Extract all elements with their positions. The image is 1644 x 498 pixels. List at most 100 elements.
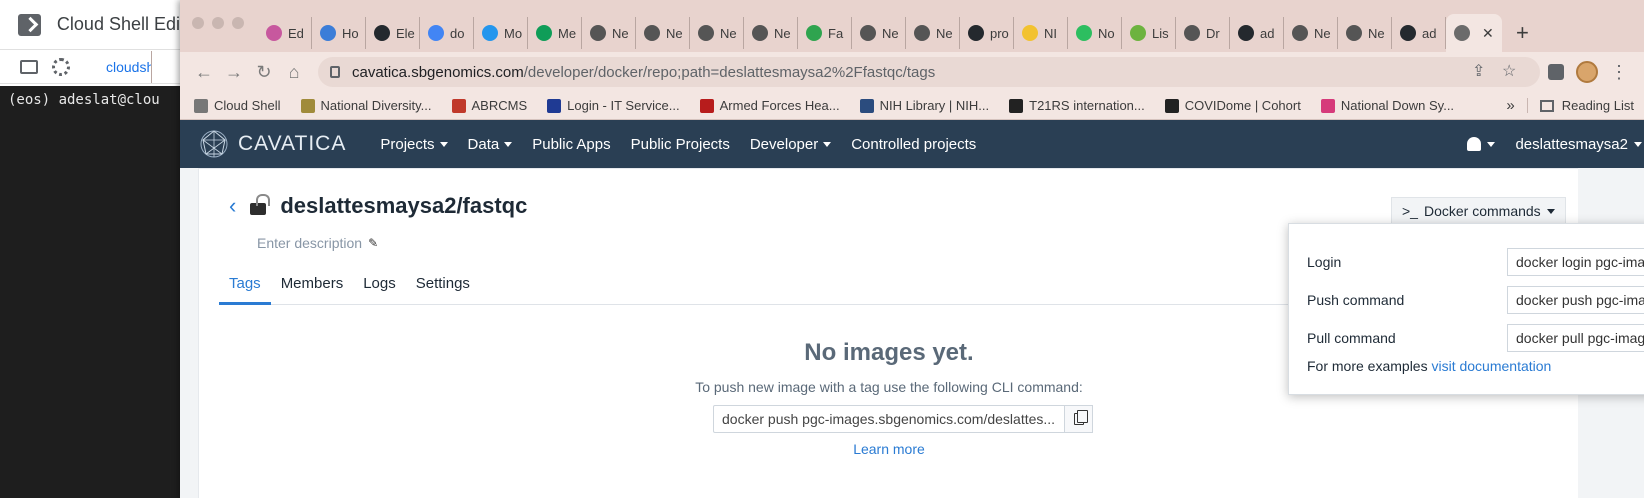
pencil-icon[interactable]: ✎ bbox=[368, 236, 378, 250]
chrome-icon bbox=[1292, 25, 1308, 41]
tab-label: No bbox=[1098, 25, 1115, 41]
bookmark-item[interactable]: T21RS internation... bbox=[1009, 98, 1145, 113]
keyboard-icon[interactable] bbox=[20, 59, 38, 74]
push-command-field[interactable]: docker push pgc-images.sbgenomics.com/de… bbox=[713, 405, 1065, 433]
browser-tab[interactable]: Ne bbox=[690, 17, 744, 49]
tab-label: ad bbox=[1260, 25, 1275, 41]
nav-item-public-projects[interactable]: Public Projects bbox=[631, 136, 730, 153]
browser-tab[interactable]: Ne bbox=[582, 17, 636, 49]
reload-icon[interactable]: ↻ bbox=[254, 62, 274, 82]
reading-list-button[interactable]: Reading List bbox=[1526, 98, 1634, 113]
terminal-prompt: (eos) adeslat@clou bbox=[8, 92, 160, 108]
cavatica-logo[interactable]: CAVATICA bbox=[198, 128, 346, 160]
bookmark-item[interactable]: NIH Library | NIH... bbox=[859, 98, 989, 113]
browser-tab[interactable]: Ne bbox=[744, 17, 798, 49]
evernote-icon bbox=[1076, 25, 1092, 41]
share-icon[interactable]: ⇪ bbox=[1472, 64, 1488, 80]
chevron-down-icon bbox=[1546, 208, 1555, 214]
docker-icon bbox=[482, 25, 498, 41]
command-field[interactable]: docker login pgc-images.sb... bbox=[1507, 248, 1644, 276]
nav-item-public-apps[interactable]: Public Apps bbox=[532, 136, 610, 153]
bookmark-item[interactable]: Login - IT Service... bbox=[547, 98, 680, 113]
tab-label: Ne bbox=[612, 25, 629, 41]
tab-label: Me bbox=[558, 25, 577, 41]
profile-avatar[interactable] bbox=[1576, 61, 1598, 83]
bookmark-item[interactable]: National Diversity... bbox=[300, 98, 432, 113]
browser-tab[interactable]: Ele bbox=[366, 17, 420, 49]
browser-tab[interactable]: NI bbox=[1014, 17, 1068, 49]
bookmark-item[interactable]: Cloud Shell bbox=[194, 98, 281, 113]
visit-documentation-link[interactable]: visit documentation bbox=[1431, 358, 1551, 374]
lock-icon[interactable] bbox=[330, 66, 340, 78]
tab-logs[interactable]: Logs bbox=[353, 275, 406, 305]
tab-strip: Ed Ho Ele do Mo Me Ne Ne Ne Ne Fa Ne Ne pro NI No Lis Dr a… bbox=[180, 0, 1644, 52]
learn-more-link[interactable]: Learn more bbox=[199, 441, 1579, 457]
tab-tags[interactable]: Tags bbox=[219, 275, 271, 305]
maximize-window-button[interactable] bbox=[232, 17, 244, 29]
chevron-down-icon bbox=[823, 141, 832, 147]
notifications-button[interactable] bbox=[1467, 137, 1496, 151]
tab-settings[interactable]: Settings bbox=[406, 275, 480, 305]
nav-item-label: Projects bbox=[380, 135, 435, 153]
close-tab-icon[interactable]: ✕ bbox=[1482, 25, 1494, 42]
home-icon[interactable]: ⌂ bbox=[284, 62, 304, 82]
browser-tab[interactable]: Ne bbox=[852, 17, 906, 49]
command-field[interactable]: docker pull pgc-images.sbg... bbox=[1507, 324, 1644, 352]
forward-arrow-icon[interactable]: → bbox=[224, 62, 244, 82]
menu-dots-icon[interactable]: ⋮ bbox=[1610, 62, 1628, 83]
bookmarks-overflow-icon[interactable]: » bbox=[1506, 97, 1514, 114]
back-chevron-icon[interactable]: ‹ bbox=[229, 195, 236, 217]
browser-tab[interactable]: Me bbox=[528, 17, 582, 49]
description-field[interactable]: Enter description ✎ bbox=[257, 235, 378, 251]
active-browser-tab[interactable]: ✕ bbox=[1446, 14, 1502, 52]
browser-tab[interactable]: pro bbox=[960, 17, 1014, 49]
bookmark-item[interactable]: National Down Sy... bbox=[1320, 98, 1455, 113]
page-title: deslattesmaysa2/fastqc bbox=[280, 193, 528, 218]
url-input[interactable]: cavatica.sbgenomics.com/developer/docker… bbox=[318, 57, 1540, 87]
nav-item-projects[interactable]: Projects bbox=[380, 135, 448, 153]
bookmark-icon bbox=[699, 98, 714, 113]
browser-tab[interactable]: Ne bbox=[906, 17, 960, 49]
tab-members[interactable]: Members bbox=[271, 275, 354, 305]
bookmark-item[interactable]: Armed Forces Hea... bbox=[699, 98, 840, 113]
browser-tab[interactable]: ad bbox=[1392, 17, 1446, 49]
cloud-shell-header: Cloud Shell Edi bbox=[0, 0, 180, 50]
terminal-icon: >_ bbox=[1402, 203, 1418, 219]
browser-tab[interactable]: Fa bbox=[798, 17, 852, 49]
browser-tab[interactable]: No bbox=[1068, 17, 1122, 49]
browser-tab[interactable]: Ne bbox=[1284, 17, 1338, 49]
star-icon[interactable]: ☆ bbox=[1502, 64, 1518, 80]
gear-icon[interactable] bbox=[52, 57, 70, 76]
nav-item-developer[interactable]: Developer bbox=[750, 136, 832, 153]
bookmark-label: COVIDome | Cohort bbox=[1184, 98, 1301, 113]
chrome-icon bbox=[644, 25, 660, 41]
bookmark-item[interactable]: COVIDome | Cohort bbox=[1164, 98, 1301, 113]
browser-tab[interactable]: ad bbox=[1230, 17, 1284, 49]
browser-tab[interactable]: do bbox=[420, 17, 474, 49]
bookmark-item[interactable]: ABRCMS bbox=[451, 98, 527, 113]
bookmark-label: National Down Sy... bbox=[1340, 98, 1455, 113]
browser-tab[interactable]: Dr bbox=[1176, 17, 1230, 49]
push-command-box: docker push pgc-images.sbgenomics.com/de… bbox=[713, 405, 1093, 433]
browser-tab[interactable]: Ne bbox=[636, 17, 690, 49]
back-arrow-icon[interactable]: ← bbox=[194, 62, 214, 82]
close-window-button[interactable] bbox=[192, 17, 204, 29]
browser-tab[interactable]: Ho bbox=[312, 17, 366, 49]
tab-cloudshell[interactable]: cloudshell bbox=[98, 50, 152, 83]
new-tab-button[interactable]: + bbox=[1516, 22, 1529, 44]
extensions-icon[interactable] bbox=[1548, 64, 1564, 80]
browser-tab[interactable]: Ne bbox=[1338, 17, 1392, 49]
browser-tab[interactable]: Ed bbox=[258, 17, 312, 49]
chrome-icon bbox=[1346, 25, 1362, 41]
command-field[interactable]: docker push pgc-images.sb... bbox=[1507, 286, 1644, 314]
nav-item-controlled-projects[interactable]: Controlled projects bbox=[851, 136, 976, 153]
copy-button[interactable] bbox=[1065, 405, 1093, 433]
minimize-window-button[interactable] bbox=[212, 17, 224, 29]
user-menu[interactable]: deslattesmaysa2 bbox=[1515, 136, 1642, 153]
browser-tab[interactable]: Mo bbox=[474, 17, 528, 49]
nav-item-data[interactable]: Data bbox=[468, 136, 513, 153]
docker-commands-button[interactable]: >_ Docker commands bbox=[1391, 197, 1566, 225]
cloud-shell-logo-icon bbox=[18, 13, 41, 36]
terminal[interactable]: (eos) adeslat@clou bbox=[0, 86, 180, 498]
browser-tab[interactable]: Lis bbox=[1122, 17, 1176, 49]
